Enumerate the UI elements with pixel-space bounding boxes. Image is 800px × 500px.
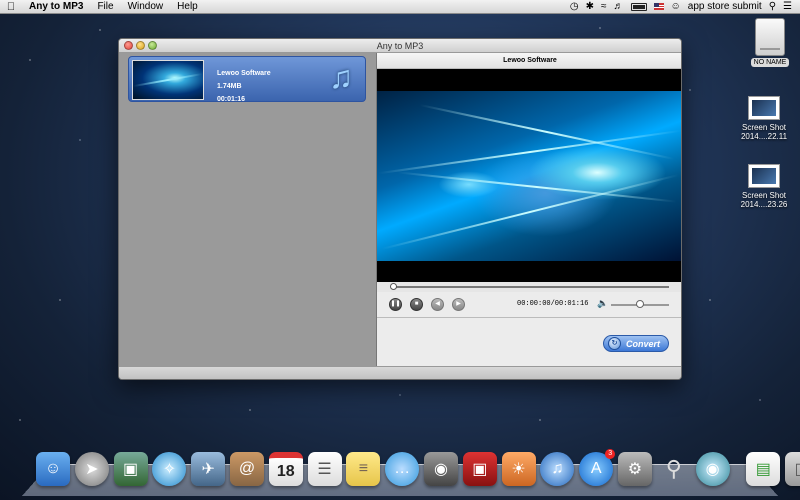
wifi-icon[interactable]: ≈ <box>601 0 607 14</box>
close-window-button[interactable] <box>124 41 133 50</box>
window-status-bar <box>119 366 681 379</box>
video-title: Lewoo Software <box>377 53 681 69</box>
file-info: Lewoo Software 1.74MB 00:01:16 <box>217 67 271 106</box>
launchpad-icon[interactable]: ➤ <box>74 452 109 486</box>
time-machine-icon[interactable]: ◷ <box>570 0 579 14</box>
convert-button[interactable]: ↻ Convert <box>603 335 669 352</box>
user-status-icon[interactable]: ☺ <box>671 0 681 14</box>
system-preferences-icon[interactable]: ⚙ <box>617 452 652 486</box>
stop-button[interactable]: ■ <box>410 298 423 311</box>
iphoto-icon[interactable]: ☀ <box>501 452 536 486</box>
video-frame <box>377 91 681 261</box>
player-panel: Lewoo Software ❚❚ ■ ◀ ▶ 00:00:00/00:01:1… <box>377 53 681 366</box>
music-note-icon: ♫ <box>329 59 353 95</box>
dock: ☺ ➤ ▣ ✧ ✈ @ 18 ☰ ≡ … ◉ ▣ ☀ ♫ A3 ⚙ ⚲ ◉ ▤ … <box>36 449 800 486</box>
calendar-icon[interactable]: 18 <box>268 452 303 486</box>
safari-icon[interactable]: ✧ <box>152 452 187 486</box>
reminders-icon[interactable]: ☰ <box>307 452 342 486</box>
menu-window[interactable]: Window <box>121 0 171 14</box>
video-thumbnail <box>132 60 204 100</box>
screenshot-name-line1: Screen Shot <box>741 191 787 200</box>
minimize-window-button[interactable] <box>136 41 145 50</box>
zoom-window-button[interactable] <box>148 41 157 50</box>
progress-track[interactable] <box>391 286 669 288</box>
playback-controls: ❚❚ ■ ◀ ▶ 00:00:00/00:01:16 🔈 <box>377 292 681 318</box>
menu-extras: ◷ ✱ ≈ ♬ ☺ app store submit ⚲ ☰ <box>570 0 800 14</box>
itunes-icon[interactable]: ♫ <box>540 452 575 486</box>
playback-time: 00:00:00/00:01:16 <box>517 300 589 308</box>
trash-icon[interactable]: ◫ <box>785 452 800 486</box>
window-titlebar[interactable]: Any to MP3 <box>119 39 681 53</box>
desktop-screenshot-1[interactable]: Screen Shot 2014....22.11 <box>734 96 794 141</box>
notes-icon[interactable]: ≡ <box>346 452 381 486</box>
messages-icon[interactable]: … <box>385 452 420 486</box>
pause-button[interactable]: ❚❚ <box>389 298 402 311</box>
playback-progress[interactable] <box>377 282 681 292</box>
bluetooth-icon[interactable]: ✱ <box>586 0 594 14</box>
convert-label: Convert <box>626 338 661 349</box>
preview-icon[interactable]: ▤ <box>746 452 781 486</box>
previous-button[interactable]: ◀ <box>431 298 444 311</box>
facetime-icon[interactable]: ◉ <box>423 452 458 486</box>
drive-label: NO NAME <box>750 58 790 67</box>
apple-menu-icon[interactable]:  <box>0 1 22 13</box>
light-streak <box>397 171 677 203</box>
calendar-day: 18 <box>276 463 295 480</box>
spotlight-search-icon[interactable]: ⚲ <box>769 0 776 14</box>
menu-bar:  Any to MP3 File Window Help ◷ ✱ ≈ ♬ ☺ … <box>0 0 800 14</box>
desktop-screenshot-2[interactable]: Screen Shot 2014....23.26 <box>734 164 794 209</box>
screenshot-name-line2: 2014....23.26 <box>740 200 788 209</box>
notification-center-icon[interactable]: ☰ <box>783 0 792 14</box>
keychain-icon[interactable]: ⚲ <box>657 452 691 486</box>
screenshot-name-line1: Screen Shot <box>741 123 787 132</box>
desktop-drive[interactable]: NO NAME <box>740 18 800 67</box>
speaker-icon[interactable]: 🔈 <box>597 298 608 309</box>
screenshot-file-icon <box>748 96 780 120</box>
app-store-icon[interactable]: A3 <box>579 449 616 486</box>
file-list-item[interactable]: Lewoo Software 1.74MB 00:01:16 ♫ <box>128 56 366 103</box>
video-viewport[interactable] <box>377 69 681 282</box>
app-store-badge: 3 <box>605 449 616 459</box>
network-icon[interactable]: ◉ <box>695 452 730 486</box>
file-name: Lewoo Software <box>217 70 271 77</box>
battery-icon[interactable] <box>630 2 647 11</box>
file-size: 1.74MB <box>217 83 242 90</box>
menu-file[interactable]: File <box>90 0 120 14</box>
screenshot-name-line2: 2014....22.11 <box>740 132 788 141</box>
light-streak <box>419 103 675 161</box>
window-controls <box>124 41 157 50</box>
mail-icon[interactable]: ✈ <box>191 452 226 486</box>
volume-icon[interactable]: ♬ <box>614 0 624 14</box>
progress-knob[interactable] <box>390 283 397 290</box>
drive-icon <box>755 18 785 56</box>
screenshot-file-icon <box>748 164 780 188</box>
contacts-icon[interactable]: @ <box>229 452 264 486</box>
photo-browser-icon[interactable]: ▣ <box>113 452 148 486</box>
input-source-flag-icon[interactable] <box>653 3 664 10</box>
menu-app-name[interactable]: Any to MP3 <box>22 0 90 14</box>
window-title: Any to MP3 <box>376 41 424 51</box>
volume-slider-knob[interactable] <box>636 300 644 308</box>
menu-help[interactable]: Help <box>170 0 205 14</box>
next-button[interactable]: ▶ <box>452 298 465 311</box>
app-window: Any to MP3 Lewoo Software 1.74MB 00:01:1… <box>118 38 682 380</box>
convert-icon: ↻ <box>608 337 621 350</box>
photo-booth-icon[interactable]: ▣ <box>462 452 497 486</box>
file-duration: 00:01:16 <box>217 96 246 103</box>
user-name[interactable]: app store submit <box>688 0 762 14</box>
finder-icon[interactable]: ☺ <box>36 452 70 486</box>
file-list-panel: Lewoo Software 1.74MB 00:01:16 ♫ <box>119 53 377 366</box>
